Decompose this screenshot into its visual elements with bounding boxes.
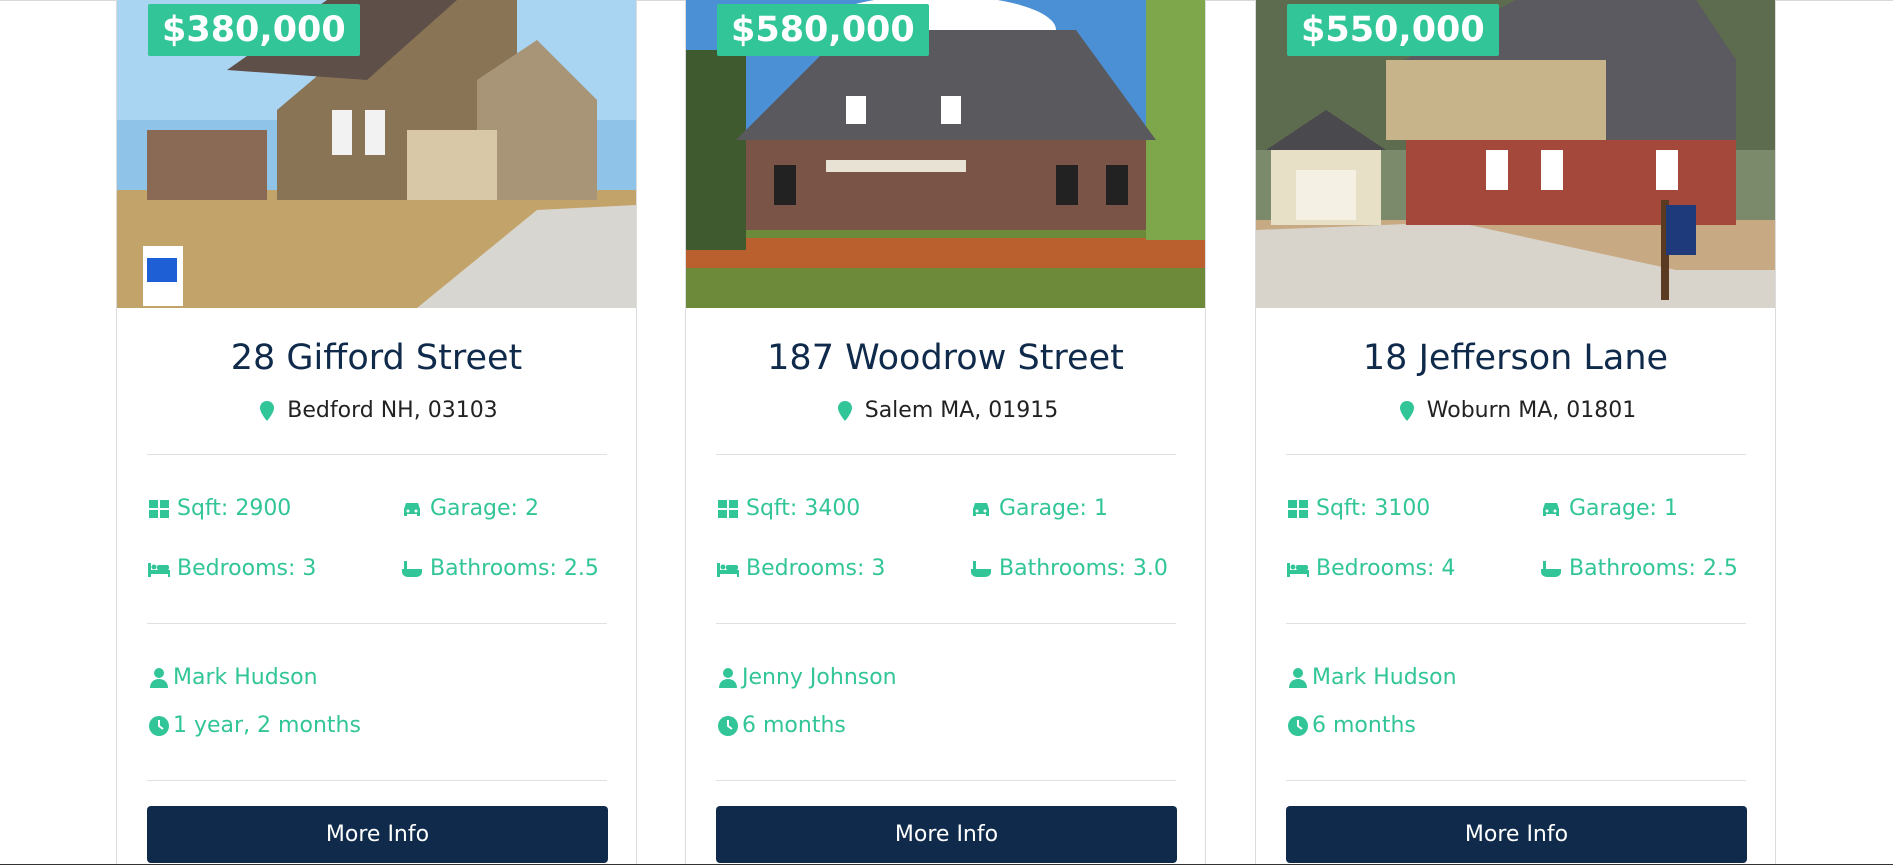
listing-location: Woburn MA, 01801: [1256, 398, 1775, 423]
car-icon: [973, 502, 989, 516]
location-text: Salem MA, 01915: [864, 398, 1059, 423]
listing-card: $550,000 18 Jefferson Lane Woburn MA, 01…: [1255, 0, 1776, 865]
feature-sqft: Sqft: 3100: [1286, 496, 1430, 521]
divider: [1286, 623, 1746, 624]
location-text: Bedford NH, 03103: [287, 398, 498, 423]
listed-time: 6 months: [716, 713, 846, 738]
garage-text: Garage: 2: [430, 496, 539, 521]
bed-icon: [148, 562, 170, 577]
location-text: Woburn MA, 01801: [1426, 398, 1637, 423]
divider: [716, 454, 1176, 455]
listing-location: Bedford NH, 03103: [117, 398, 636, 423]
map-marker-icon: [837, 400, 852, 421]
listing-location: Salem MA, 01915: [686, 398, 1205, 423]
th-large-icon: [1288, 499, 1308, 518]
divider: [716, 623, 1176, 624]
divider: [1286, 780, 1746, 781]
listing-photo: $550,000: [1256, 0, 1775, 308]
car-icon: [404, 502, 420, 516]
listing-address: 28 Gifford Street: [230, 338, 523, 378]
car-icon: [1543, 502, 1559, 516]
feature-bedrooms: Bedrooms: 3: [716, 556, 885, 581]
feature-garage: Garage: 1: [1539, 496, 1678, 521]
feature-bathrooms: Bathrooms: 3.0: [969, 556, 1168, 581]
listed-text: 6 months: [742, 713, 846, 738]
agent-name: Mark Hudson: [173, 665, 318, 690]
bath-icon: [971, 560, 991, 577]
user-icon: [1289, 667, 1307, 688]
more-info-button[interactable]: More Info: [1286, 806, 1747, 863]
bath-icon: [402, 560, 422, 577]
sqft-text: Sqft: 3100: [1316, 496, 1431, 521]
listed-time: 1 year, 2 months: [147, 713, 361, 738]
feature-sqft: Sqft: 2900: [147, 496, 291, 521]
clock-icon: [718, 715, 738, 736]
listings-row: $380,000 28 Gifford Street Bedford NH, 0…: [0, 0, 1893, 865]
bedrooms-text: Bedrooms: 3: [177, 556, 317, 581]
price-badge: $550,000: [1287, 4, 1499, 56]
listing-address: 18 Jefferson Lane: [1362, 338, 1669, 378]
feature-sqft: Sqft: 3400: [716, 496, 860, 521]
bathrooms-text: Bathrooms: 2.5: [430, 556, 599, 581]
bath-icon: [1541, 560, 1561, 577]
bedrooms-text: Bedrooms: 3: [746, 556, 886, 581]
sqft-text: Sqft: 2900: [177, 496, 292, 521]
more-info-button[interactable]: More Info: [147, 806, 608, 863]
agent-name: Mark Hudson: [1312, 665, 1457, 690]
price-badge: $580,000: [717, 4, 929, 56]
listing-photo: $380,000: [117, 0, 636, 308]
listed-time: 6 months: [1286, 713, 1416, 738]
garage-text: Garage: 1: [1569, 496, 1678, 521]
sqft-text: Sqft: 3400: [746, 496, 861, 521]
agent: Mark Hudson: [1286, 665, 1457, 690]
price-badge: $380,000: [148, 4, 360, 56]
map-marker-icon: [1399, 400, 1414, 421]
bed-icon: [1287, 562, 1309, 577]
map-marker-icon: [260, 400, 275, 421]
divider: [147, 623, 607, 624]
more-info-button[interactable]: More Info: [716, 806, 1177, 863]
feature-bathrooms: Bathrooms: 2.5: [400, 556, 599, 581]
agent: Jenny Johnson: [716, 665, 897, 690]
user-icon: [150, 667, 168, 688]
divider: [147, 454, 607, 455]
listing-card: $380,000 28 Gifford Street Bedford NH, 0…: [116, 0, 637, 865]
agent-name: Jenny Johnson: [742, 665, 897, 690]
divider: [147, 780, 607, 781]
garage-text: Garage: 1: [999, 496, 1108, 521]
feature-bathrooms: Bathrooms: 2.5: [1539, 556, 1738, 581]
th-large-icon: [718, 499, 738, 518]
feature-bedrooms: Bedrooms: 3: [147, 556, 316, 581]
listing-photo: $580,000: [686, 0, 1205, 308]
divider: [1286, 454, 1746, 455]
listing-address: 187 Woodrow Street: [767, 338, 1124, 378]
clock-icon: [149, 715, 169, 736]
listing-card: $580,000 187 Woodrow Street Salem MA, 01…: [685, 0, 1206, 865]
bedrooms-text: Bedrooms: 4: [1316, 556, 1456, 581]
bed-icon: [717, 562, 739, 577]
listed-text: 1 year, 2 months: [173, 713, 361, 738]
agent: Mark Hudson: [147, 665, 318, 690]
feature-garage: Garage: 1: [969, 496, 1108, 521]
divider: [716, 780, 1176, 781]
feature-bedrooms: Bedrooms: 4: [1286, 556, 1455, 581]
feature-garage: Garage: 2: [400, 496, 539, 521]
clock-icon: [1288, 715, 1308, 736]
listed-text: 6 months: [1312, 713, 1416, 738]
bathrooms-text: Bathrooms: 3.0: [999, 556, 1168, 581]
th-large-icon: [149, 499, 169, 518]
user-icon: [719, 667, 737, 688]
bathrooms-text: Bathrooms: 2.5: [1569, 556, 1738, 581]
